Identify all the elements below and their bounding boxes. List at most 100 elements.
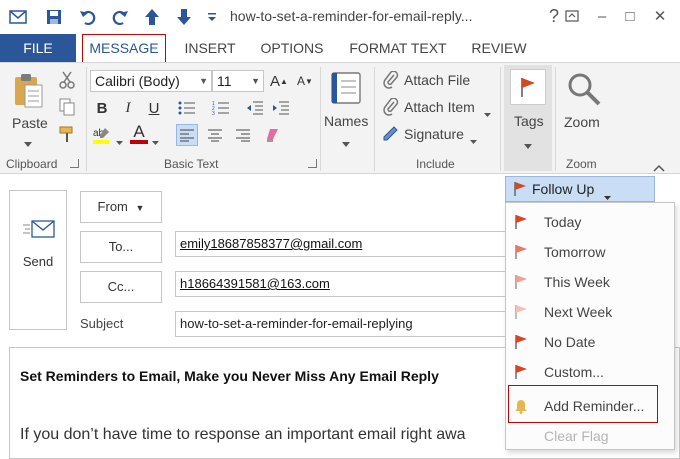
align-left-icon[interactable]: [176, 124, 198, 146]
chevron-down-icon[interactable]: [152, 133, 159, 148]
clear-formatting-icon[interactable]: [262, 124, 284, 146]
attach-file-button[interactable]: Attach File: [404, 72, 470, 88]
grow-font-icon[interactable]: A ▲: [268, 70, 290, 92]
align-center-icon[interactable]: [204, 124, 226, 146]
group-separator: [500, 67, 501, 171]
chevron-down-icon[interactable]: [470, 132, 477, 147]
to-recipient[interactable]: emily18687858377@gmail.com: [180, 236, 362, 251]
body-text: If you don’t have time to response an im…: [20, 426, 466, 443]
tab-options[interactable]: OPTIONS: [254, 34, 330, 62]
chevron-down-icon[interactable]: [116, 133, 123, 148]
basic-text-launcher-icon[interactable]: [308, 159, 317, 168]
ribbon-tabs: FILE MESSAGE INSERT OPTIONS FORMAT TEXT …: [0, 34, 680, 63]
save-icon[interactable]: [42, 5, 66, 29]
app-menu-icon[interactable]: [6, 5, 30, 29]
menu-item-add-reminder[interactable]: Add Reminder...: [506, 390, 674, 420]
group-separator: [86, 67, 87, 171]
redo-icon[interactable]: [108, 5, 132, 29]
send-label: Send: [22, 254, 54, 269]
tab-file[interactable]: FILE: [0, 34, 76, 62]
from-button[interactable]: From ▼: [80, 191, 162, 223]
font-color-swatch: [130, 139, 148, 144]
attach-item-icon: [382, 97, 400, 119]
bell-icon: [514, 398, 528, 417]
minimize-button[interactable]: –: [588, 4, 616, 28]
attach-file-icon: [382, 70, 400, 92]
customize-toolbar-icon[interactable]: [200, 5, 224, 29]
to-button[interactable]: To...: [80, 231, 162, 263]
names-button[interactable]: Names: [324, 113, 368, 129]
tab-format-text[interactable]: FORMAT TEXT: [346, 34, 450, 62]
italic-button[interactable]: I: [117, 97, 139, 119]
menu-item-label: Add Reminder...: [544, 398, 645, 414]
chevron-down-icon: [524, 137, 532, 152]
arrow-up-icon[interactable]: [140, 5, 164, 29]
cut-icon[interactable]: [56, 69, 78, 91]
group-separator: [555, 67, 556, 171]
numbering-icon[interactable]: 123: [210, 97, 232, 119]
paste-icon[interactable]: [12, 71, 44, 112]
chevron-down-icon: [604, 188, 611, 203]
format-painter-icon[interactable]: [56, 123, 78, 145]
follow-up-button[interactable]: Follow Up: [505, 176, 655, 202]
tab-message[interactable]: MESSAGE: [82, 34, 166, 63]
menu-item-label: Custom...: [544, 364, 604, 380]
zoom-button[interactable]: Zoom: [564, 114, 600, 130]
send-button[interactable]: Send: [9, 190, 67, 330]
paste-dropdown-icon[interactable]: [24, 135, 32, 150]
font-name-combo[interactable]: Calibri (Body) ▼: [90, 70, 212, 92]
menu-item-clear-flag[interactable]: Clear Flag: [506, 420, 674, 450]
highlight-icon[interactable]: ab: [91, 124, 113, 146]
font-size-combo[interactable]: 11 ▼: [212, 70, 264, 92]
tab-review[interactable]: REVIEW: [466, 34, 532, 62]
menu-item-label: Today: [544, 214, 582, 230]
menu-item-label: Next Week: [544, 304, 613, 320]
chevron-down-icon: ▼: [199, 76, 208, 86]
menu-item-label: No Date: [544, 334, 596, 350]
cc-button[interactable]: Cc...: [80, 271, 162, 303]
names-dropdown-icon[interactable]: [342, 135, 350, 150]
menu-item-today[interactable]: Today: [506, 206, 674, 236]
flag-icon: [510, 69, 546, 105]
menu-item-tomorrow[interactable]: Tomorrow: [506, 236, 674, 266]
font-color-button[interactable]: A: [128, 122, 150, 144]
font-color-letter: A: [133, 121, 145, 141]
bold-button[interactable]: B: [91, 97, 113, 119]
ribbon: Paste Clipboard Calibri (Body) ▼ 11 ▼ A ▲…: [0, 62, 680, 174]
bullets-icon[interactable]: [176, 97, 198, 119]
chevron-down-icon[interactable]: [484, 105, 491, 120]
close-button[interactable]: ✕: [646, 4, 674, 28]
menu-item-next-week[interactable]: Next Week: [506, 296, 674, 326]
increase-indent-icon[interactable]: [270, 97, 292, 119]
tags-button[interactable]: Tags: [504, 65, 552, 171]
tab-insert[interactable]: INSERT: [178, 34, 242, 62]
zoom-group-label: Zoom: [566, 157, 597, 171]
attach-item-button[interactable]: Attach Item: [404, 99, 475, 115]
underline-button[interactable]: U: [143, 97, 165, 119]
flag-this-week-icon: [514, 274, 528, 293]
ribbon-display-icon[interactable]: [558, 4, 586, 28]
signature-button[interactable]: Signature: [404, 126, 464, 142]
collapse-ribbon-icon[interactable]: [653, 160, 665, 175]
zoom-icon[interactable]: [566, 71, 602, 110]
include-group-label: Include: [416, 157, 455, 171]
basic-text-group-label: Basic Text: [164, 157, 219, 171]
from-label: From: [97, 199, 128, 214]
undo-icon[interactable]: [76, 5, 100, 29]
menu-item-no-date[interactable]: No Date: [506, 326, 674, 356]
menu-item-this-week[interactable]: This Week: [506, 266, 674, 296]
cc-recipient[interactable]: h18664391581@163.com: [180, 276, 330, 291]
align-right-icon[interactable]: [232, 124, 254, 146]
clipboard-launcher-icon[interactable]: [70, 159, 79, 168]
decrease-indent-icon[interactable]: [244, 97, 266, 119]
shrink-font-icon[interactable]: A ▼: [294, 70, 316, 92]
menu-item-custom[interactable]: Custom...: [506, 356, 674, 386]
paste-button[interactable]: Paste: [12, 115, 48, 131]
flag-next-week-icon: [514, 304, 528, 323]
chevron-down-icon: ▼: [135, 203, 145, 213]
arrow-down-icon[interactable]: [172, 5, 196, 29]
copy-icon[interactable]: [56, 96, 78, 118]
maximize-button[interactable]: □: [616, 4, 644, 28]
address-book-icon[interactable]: [328, 71, 364, 108]
send-icon: [22, 215, 56, 244]
